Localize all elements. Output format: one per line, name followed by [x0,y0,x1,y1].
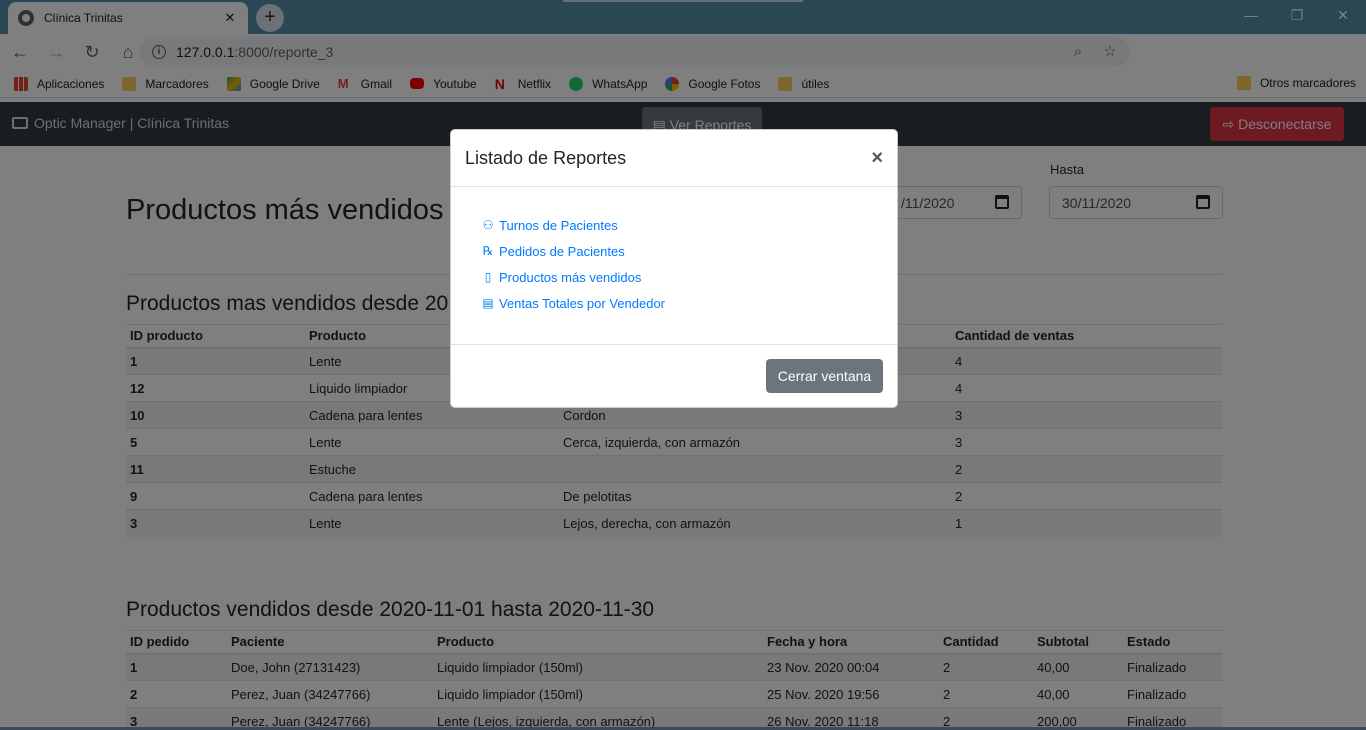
receipt-icon: ▯ [484,270,492,284]
modal-header: Listado de Reportes × [451,130,897,187]
close-window-button[interactable]: Cerrar ventana [766,359,883,393]
modal-body: ⚇ Turnos de Pacientes ℞ Pedidos de Pacient… [451,187,897,345]
link-ventas[interactable]: ▤ Ventas Totales por Vendedor [481,287,867,319]
modal-close-icon[interactable]: × [871,147,883,170]
prescription-icon: ℞ [482,244,494,258]
cash-register-icon: ▤ [482,296,494,310]
reports-modal: Listado de Reportes × ⚇ Turnos de Pacient… [450,129,898,408]
people-icon: ⚇ [482,218,494,232]
modal-title: Listado de Reportes [465,148,627,168]
